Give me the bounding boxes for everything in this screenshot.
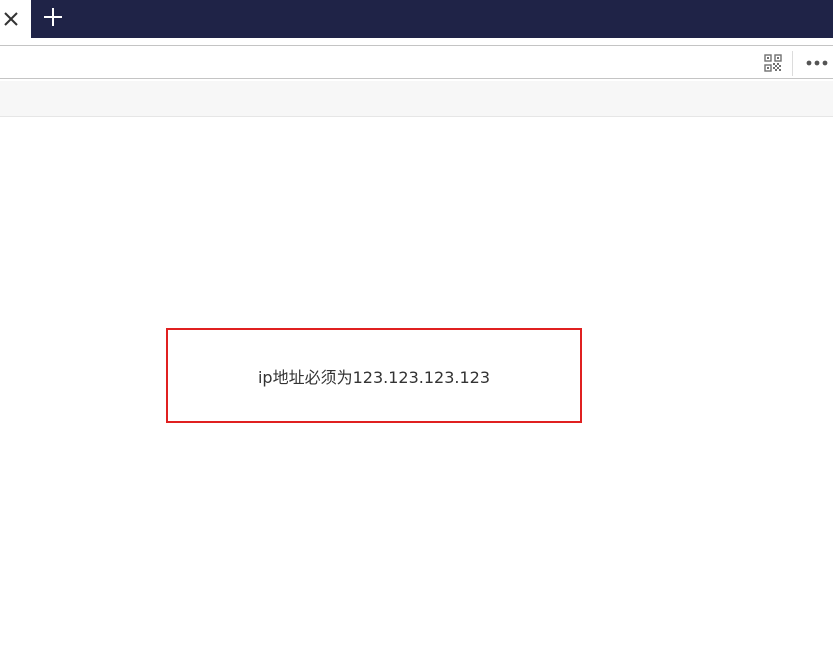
bookmarks-bar [0,81,833,117]
close-icon[interactable] [2,10,20,28]
active-tab[interactable] [0,0,31,38]
address-bar[interactable] [0,45,833,79]
alert-box: ip地址必须为123.123.123.123 [166,328,582,423]
more-horizontal-icon[interactable] [805,55,831,71]
page-content: ip地址必须为123.123.123.123 [0,117,833,652]
qr-code-icon[interactable] [764,54,782,72]
toolbar-divider [792,51,793,76]
plus-icon[interactable] [42,6,64,28]
address-toolbar [0,38,833,81]
tab-strip [0,0,833,38]
alert-message: ip地址必须为123.123.123.123 [257,367,491,387]
